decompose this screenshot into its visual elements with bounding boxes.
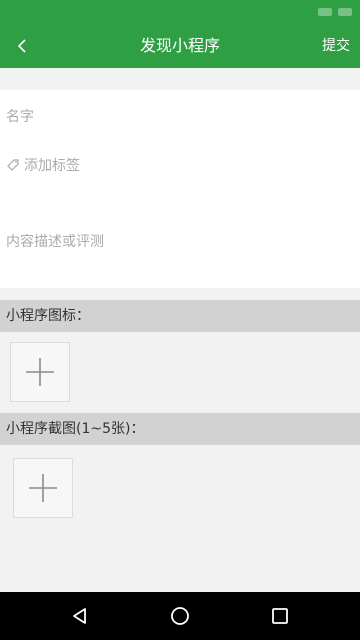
- system-recents-button[interactable]: [256, 592, 304, 640]
- status-icons: [318, 6, 352, 18]
- plus-icon: [29, 474, 57, 502]
- status-bar: [0, 0, 360, 24]
- page-title: 发现小程序: [139, 36, 220, 55]
- app-bar: 发现小程序 提交: [0, 24, 360, 68]
- add-tag-label: 添加标签: [24, 158, 80, 174]
- add-tag-field[interactable]: 添加标签: [6, 155, 80, 175]
- section-screenshots-header: 小程序截图(1~5张)：: [0, 413, 360, 445]
- add-screenshot-button[interactable]: [13, 458, 73, 518]
- system-home-button[interactable]: [156, 592, 204, 640]
- add-icon-button[interactable]: [10, 342, 70, 402]
- battery-icon: [338, 8, 352, 16]
- name-input[interactable]: 名字: [6, 106, 34, 126]
- section-icon-header: 小程序图标：: [0, 300, 360, 332]
- square-recents-icon: [272, 608, 288, 624]
- description-input[interactable]: 内容描述或评测: [6, 231, 104, 251]
- system-back-button[interactable]: [56, 592, 104, 640]
- system-nav-bar: [0, 592, 360, 640]
- triangle-back-icon: [73, 608, 86, 624]
- tag-icon: [7, 159, 19, 171]
- form-card: [0, 90, 360, 288]
- circle-home-icon: [171, 607, 189, 625]
- submit-button[interactable]: 提交: [322, 24, 350, 68]
- signal-icon: [318, 8, 332, 16]
- plus-icon: [26, 358, 54, 386]
